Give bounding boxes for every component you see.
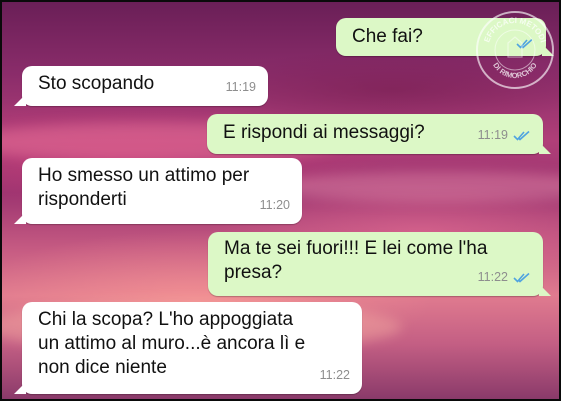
message-time: 11:19: [477, 128, 508, 142]
watermark-seal-icon: EFFICACI METODI DI RIMORCHIO: [482, 16, 547, 80]
read-receipt-icon: [513, 130, 530, 141]
message-meta: 11:19: [226, 75, 256, 99]
message-meta: 11:19: [478, 123, 531, 147]
message-time: 11:20: [259, 198, 290, 212]
background-cloud: [262, 172, 559, 202]
bubble-tail: [14, 382, 26, 394]
message-bubble-incoming[interactable]: Sto scopando 11:19: [14, 66, 268, 106]
message-time: 11:22: [477, 270, 508, 284]
bubble-tail: [539, 142, 551, 154]
message-bubble-outgoing[interactable]: E rispondi ai messaggi? 11:19: [207, 114, 551, 154]
watermark-logo: EFFICACI METODI DI RIMORCHIO: [476, 11, 554, 89]
message-time: 11:19: [225, 80, 256, 94]
message-bubble-incoming[interactable]: Chi la scopa? L'ho appoggiata un attimo …: [14, 302, 362, 394]
bubble-tail: [14, 94, 26, 106]
chat-screen: Che fai? Sto scopando 11:19 E rispondi a…: [0, 0, 561, 401]
message-meta: 11:20: [260, 193, 290, 217]
bubble-tail: [14, 212, 26, 224]
message-text: Ho smesso un attimo per risponderti: [38, 165, 250, 210]
bubble-tail: [539, 284, 551, 296]
message-meta: 11:22: [478, 265, 531, 289]
message-time: 11:22: [319, 368, 350, 382]
message-text: Sto scopando: [38, 73, 155, 94]
message-meta: 11:22: [320, 363, 350, 387]
message-bubble-incoming[interactable]: Ho smesso un attimo per risponderti 11:2…: [14, 158, 302, 224]
message-text: Chi la scopa? L'ho appoggiata un attimo …: [38, 309, 306, 378]
message-bubble-outgoing[interactable]: Ma te sei fuori!!! E lei come l'ha presa…: [208, 232, 551, 296]
read-receipt-icon: [513, 272, 530, 283]
